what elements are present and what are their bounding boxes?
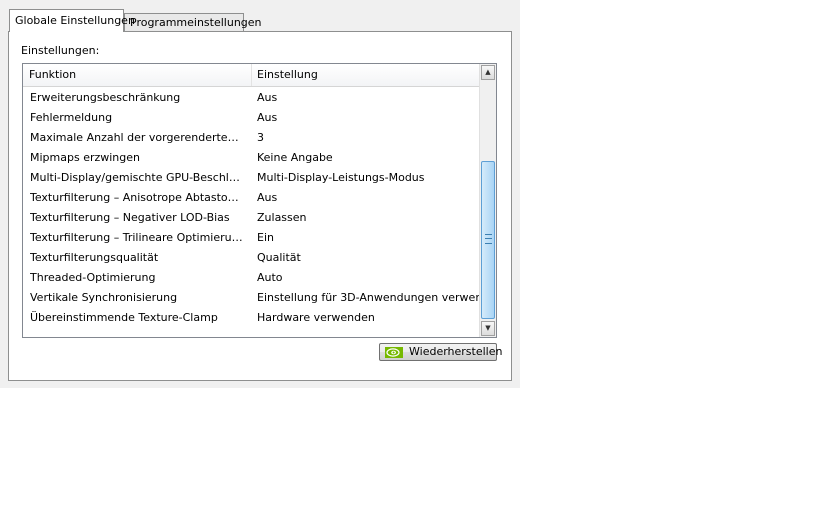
list-header: Funktion Einstellung: [23, 64, 479, 87]
list-row[interactable]: Threaded-Optimierung Auto: [23, 268, 479, 288]
list-row[interactable]: Multi-Display/gemischte GPU-Beschleunigu…: [23, 168, 479, 188]
row-einstellung: Aus: [257, 91, 278, 104]
row-einstellung: Hardware verwenden: [257, 311, 375, 324]
tab-programmeinstellungen[interactable]: Programmeinstellungen: [124, 13, 262, 32]
list-row[interactable]: Texturfilterung – Trilineare Optimierung…: [23, 228, 479, 248]
row-funktion: Texturfilterung – Negativer LOD-Bias: [30, 211, 230, 224]
list-row[interactable]: Maximale Anzahl der vorgerenderten Einz.…: [23, 128, 479, 148]
restore-button[interactable]: Wiederherstellen: [379, 343, 502, 361]
tab-panel: Einstellungen: Funktion Einstellung Erwe…: [8, 31, 512, 381]
row-funktion: Threaded-Optimierung: [30, 271, 156, 284]
list-row[interactable]: Übereinstimmende Texture-Clamp Hardware v…: [23, 308, 479, 328]
row-funktion: Maximale Anzahl der vorgerenderten Einz.…: [30, 131, 244, 144]
settings-label: Einstellungen:: [21, 44, 100, 57]
row-funktion: Vertikale Synchronisierung: [30, 291, 178, 304]
tab-globale-einstellungen[interactable]: Globale Einstellungen: [9, 9, 135, 32]
list-row[interactable]: Texturfilterung – Negativer LOD-Bias Zula…: [23, 208, 479, 228]
row-einstellung: 3: [257, 131, 264, 144]
row-einstellung: Einstellung für 3D-Anwendungen verwenden: [257, 291, 479, 304]
restore-button-label: Wiederherstellen: [409, 345, 503, 358]
row-einstellung: Aus: [257, 111, 278, 124]
row-funktion: Texturfilterungsqualität: [30, 251, 159, 264]
row-funktion: Texturfilterung – Trilineare Optimierung: [30, 231, 244, 244]
row-einstellung: Auto: [257, 271, 283, 284]
row-einstellung: Qualität: [257, 251, 301, 264]
row-funktion: Erweiterungsbeschränkung: [30, 91, 181, 104]
vertical-scrollbar[interactable]: ▲ ▼: [479, 64, 496, 337]
row-einstellung: Multi-Display-Leistungs-Modus: [257, 171, 425, 184]
row-funktion: Texturfilterung – Anisotrope Abtastoptim…: [30, 191, 244, 204]
row-funktion: Mipmaps erzwingen: [30, 151, 141, 164]
list-row[interactable]: Vertikale Synchronisierung Einstellung fü…: [23, 288, 479, 308]
list-rows: Erweiterungsbeschränkung Aus Fehlermeldun…: [23, 88, 479, 328]
scroll-thumb[interactable]: [481, 161, 495, 319]
list-row[interactable]: Mipmaps erzwingen Keine Angabe: [23, 148, 479, 168]
nvidia-logo-icon: [385, 347, 403, 358]
row-funktion: Übereinstimmende Texture-Clamp: [30, 311, 218, 324]
column-header-funktion[interactable]: Funktion: [23, 64, 252, 86]
row-einstellung: Aus: [257, 191, 278, 204]
row-funktion: Multi-Display/gemischte GPU-Beschleunigu…: [30, 171, 244, 184]
grip-icon: [485, 234, 492, 244]
column-header-einstellung[interactable]: Einstellung: [251, 64, 318, 86]
row-einstellung: Keine Angabe: [257, 151, 333, 164]
row-funktion: Fehlermeldung: [30, 111, 113, 124]
list-row[interactable]: Fehlermeldung Aus: [23, 108, 479, 128]
row-einstellung: Zulassen: [257, 211, 307, 224]
list-row[interactable]: Texturfilterungsqualität Qualität: [23, 248, 479, 268]
list-row[interactable]: Texturfilterung – Anisotrope Abtastoptim…: [23, 188, 479, 208]
scroll-down-button[interactable]: ▼: [481, 321, 495, 336]
row-einstellung: Ein: [257, 231, 274, 244]
list-row[interactable]: Erweiterungsbeschränkung Aus: [23, 88, 479, 108]
settings-list: Funktion Einstellung Erweiterungsbeschrä…: [22, 63, 497, 338]
scroll-up-button[interactable]: ▲: [481, 65, 495, 80]
